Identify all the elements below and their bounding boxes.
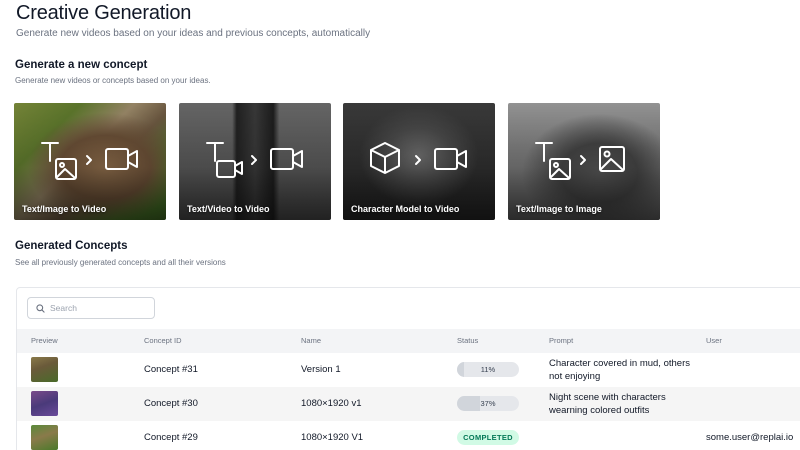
generated-concepts-subtitle: See all previously generated concepts an… — [15, 258, 226, 267]
table-row[interactable]: Concept #29 1080×1920 V1 COMPLETED some.… — [17, 421, 800, 450]
concept-name: Version 1 — [301, 364, 341, 375]
chevron-right-icon — [251, 155, 257, 165]
table-row[interactable]: Concept #31 Version 1 11% Character cove… — [17, 353, 800, 387]
preview-thumbnail[interactable] — [31, 391, 58, 416]
column-preview[interactable]: Preview — [31, 336, 58, 345]
status-badge: 37% — [457, 396, 519, 411]
search-box[interactable] — [27, 297, 155, 319]
generated-concepts-title: Generated Concepts — [15, 240, 128, 252]
concept-id: Concept #30 — [144, 398, 198, 409]
preview-thumbnail[interactable] — [31, 357, 58, 382]
image-icon — [599, 146, 625, 172]
card-text-video-to-video[interactable]: Text/Video to Video — [179, 103, 331, 220]
chevron-right-icon — [580, 155, 586, 165]
image-icon — [55, 158, 77, 180]
concepts-table: Preview Concept ID Name Status Prompt Us… — [16, 287, 800, 450]
image-icon — [549, 158, 571, 180]
status-badge: COMPLETED — [457, 430, 519, 445]
card-icons — [370, 142, 467, 174]
video-icon — [270, 148, 303, 170]
preview-thumbnail[interactable] — [31, 425, 58, 450]
table-header: Preview Concept ID Name Status Prompt Us… — [17, 329, 800, 353]
prompt-text: Character covered in mud, others not enj… — [549, 358, 690, 382]
page-title: Creative Generation — [16, 2, 192, 24]
cube-icon — [370, 142, 400, 174]
card-text-image-to-image[interactable]: Text/Image to Image — [508, 103, 660, 220]
card-icons — [206, 142, 303, 178]
text-icon — [206, 142, 224, 162]
chevron-right-icon — [86, 155, 92, 165]
column-concept-id[interactable]: Concept ID — [144, 336, 182, 345]
column-prompt[interactable]: Prompt — [549, 336, 573, 345]
chevron-right-icon — [415, 155, 421, 165]
search-input[interactable] — [50, 303, 150, 313]
user-email: some.user@replai.io — [706, 432, 794, 443]
card-label: Text/Video to Video — [187, 204, 270, 214]
card-label: Text/Image to Image — [516, 204, 602, 214]
card-label: Character Model to Video — [351, 204, 460, 214]
card-icons — [41, 142, 138, 180]
concept-id: Concept #31 — [144, 364, 198, 375]
column-status[interactable]: Status — [457, 336, 478, 345]
concept-name: 1080×1920 V1 — [301, 432, 364, 443]
card-text-image-to-video[interactable]: Text/Image to Video — [14, 103, 166, 220]
concept-name: 1080×1920 v1 — [301, 398, 362, 409]
card-label: Text/Image to Video — [22, 204, 107, 214]
video-icon — [216, 160, 243, 178]
column-name[interactable]: Name — [301, 336, 321, 345]
concept-cards: Text/Image to Video Text/Video to Video … — [14, 103, 714, 220]
status-badge: 11% — [457, 362, 519, 377]
card-icons — [535, 142, 625, 180]
card-character-model-to-video[interactable]: Character Model to Video — [343, 103, 495, 220]
text-icon — [535, 142, 553, 162]
new-concept-subtitle: Generate new videos or concepts based on… — [15, 76, 211, 85]
prompt-text: Night scene with characters wearning col… — [549, 392, 666, 416]
page-subtitle: Generate new videos based on your ideas … — [16, 28, 371, 39]
table-row[interactable]: Concept #30 1080×1920 v1 37% Night scene… — [17, 387, 800, 421]
new-concept-title: Generate a new concept — [15, 59, 148, 71]
text-icon — [41, 142, 59, 162]
video-icon — [434, 148, 467, 170]
concept-id: Concept #29 — [144, 432, 198, 443]
search-icon — [36, 303, 45, 313]
progress-fill — [457, 396, 480, 411]
progress-fill — [457, 362, 464, 377]
video-icon — [105, 148, 138, 170]
column-user[interactable]: User — [706, 336, 722, 345]
